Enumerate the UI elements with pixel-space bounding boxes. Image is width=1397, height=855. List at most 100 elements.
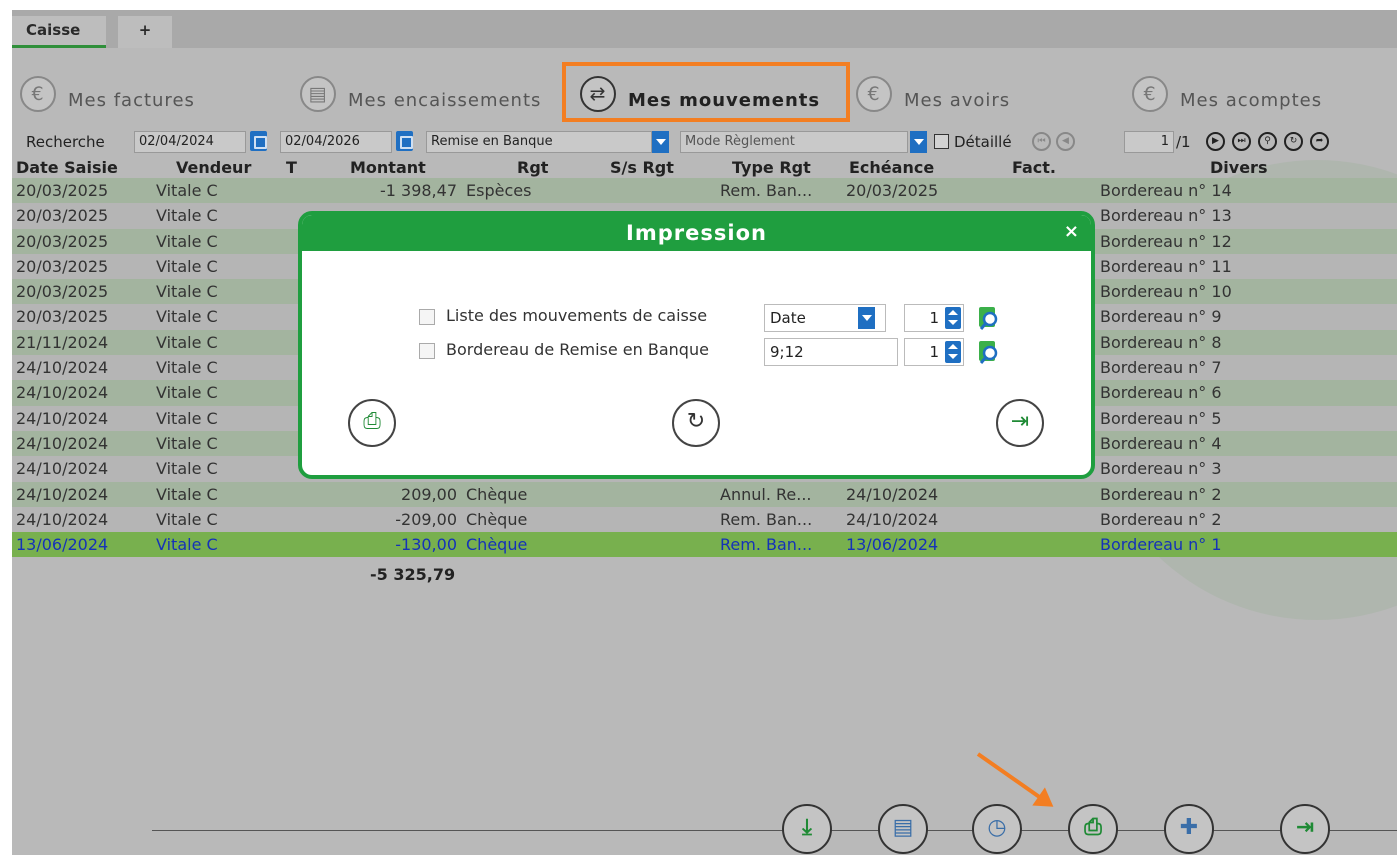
cell-montant: -1 398,47 bbox=[379, 181, 457, 200]
last-page-icon[interactable]: ⏭ bbox=[1232, 132, 1251, 151]
table-row[interactable]: 24/10/2024 Vitale C -209,00 Chèque Rem. Ban.… bbox=[12, 506, 1397, 533]
chevron-down-icon[interactable] bbox=[652, 131, 669, 153]
exit-button[interactable]: ⇥ bbox=[1280, 804, 1330, 854]
filter-toolbar: Recherche 02/04/2024 02/04/2026 Remise e… bbox=[12, 128, 1397, 156]
chevron-down-icon[interactable] bbox=[910, 131, 927, 153]
bordereau-numbers-input[interactable]: 9;12 bbox=[764, 338, 898, 366]
euro-icon: € bbox=[856, 76, 892, 112]
cell-rgt: Espèces bbox=[466, 181, 532, 200]
download-button[interactable]: ⤓ bbox=[782, 804, 832, 854]
cell-divers: Bordereau n° 8 bbox=[1100, 332, 1222, 352]
chevron-down-icon[interactable] bbox=[858, 307, 875, 329]
print-dialog: Impression × Liste des mouvements de cai… bbox=[298, 211, 1095, 479]
add-tab-button[interactable]: + bbox=[118, 16, 172, 48]
page-count: /1 bbox=[1176, 133, 1191, 151]
register-icon: ▤ bbox=[300, 76, 336, 112]
cell-type: Rem. Ban... bbox=[720, 181, 813, 200]
add-register-button[interactable]: ✚ bbox=[1164, 804, 1214, 854]
cell-vendeur: Vitale C bbox=[156, 535, 218, 555]
option-bordereau-label: Bordereau de Remise en Banque bbox=[446, 340, 709, 359]
cell-rgt: Chèque bbox=[466, 535, 528, 555]
page-input[interactable]: 1 bbox=[1124, 131, 1174, 153]
column-header[interactable]: Type Rgt bbox=[732, 158, 811, 177]
cell-date: 24/10/2024 bbox=[16, 358, 109, 378]
preview-icon[interactable] bbox=[977, 339, 1001, 365]
search-icon[interactable]: ⚲ bbox=[1258, 132, 1277, 151]
calendar-icon[interactable] bbox=[396, 131, 413, 151]
column-header[interactable]: Divers bbox=[1210, 158, 1267, 177]
cell-date: 24/10/2024 bbox=[16, 433, 109, 453]
cell-vendeur: Vitale C bbox=[156, 332, 218, 352]
app-window: Caisse + € Mes factures ▤ Mes encaisseme… bbox=[12, 10, 1397, 855]
cell-divers: Bordereau n° 3 bbox=[1100, 459, 1222, 479]
column-header[interactable]: Echéance bbox=[849, 158, 934, 177]
stepper-arrows-icon[interactable] bbox=[945, 307, 961, 329]
stepper-arrows-icon[interactable] bbox=[945, 341, 961, 363]
cell-divers: Bordereau n° 5 bbox=[1100, 408, 1222, 428]
copies-stepper[interactable]: 1 bbox=[904, 338, 964, 366]
table-row[interactable]: 24/10/2024 Vitale C 209,00 Chèque Annul. Re.… bbox=[12, 481, 1397, 507]
cell-montant: 209,00 bbox=[401, 484, 457, 504]
print-icon[interactable]: ⎙ bbox=[348, 399, 396, 447]
cell-vendeur: Vitale C bbox=[156, 181, 218, 200]
date-to-input[interactable]: 02/04/2026 bbox=[280, 131, 392, 153]
column-header[interactable]: T bbox=[286, 158, 297, 177]
first-page-icon[interactable]: ⏮ bbox=[1032, 132, 1051, 151]
detail-label: Détaillé bbox=[954, 133, 1012, 151]
copies-value: 1 bbox=[929, 309, 939, 327]
option-bordereau-checkbox[interactable] bbox=[419, 343, 435, 359]
cell-vendeur: Vitale C bbox=[156, 358, 218, 378]
column-header[interactable]: Fact. bbox=[1012, 158, 1056, 177]
mode-reglement-select[interactable]: Mode Règlement bbox=[680, 131, 908, 153]
share-icon[interactable]: ➦ bbox=[1310, 132, 1329, 151]
column-header[interactable]: Vendeur bbox=[176, 158, 251, 177]
cell-echeance: 20/03/2025 bbox=[846, 181, 939, 200]
copies-value: 1 bbox=[929, 343, 939, 361]
next-page-icon[interactable]: ▶ bbox=[1206, 132, 1225, 151]
column-header[interactable]: Montant bbox=[350, 158, 426, 177]
table-row[interactable]: 20/03/2025 Vitale C -1 398,47 Espèces Rem. B… bbox=[12, 178, 1397, 204]
cell-montant: -209,00 bbox=[395, 509, 457, 529]
cell-divers: Bordereau n° 7 bbox=[1100, 358, 1222, 378]
euro-icon: € bbox=[20, 76, 56, 112]
sort-value: Date bbox=[770, 309, 806, 327]
cell-divers: Bordereau n° 4 bbox=[1100, 433, 1222, 453]
cell-vendeur: Vitale C bbox=[156, 459, 218, 479]
cell-date: 20/03/2025 bbox=[16, 256, 109, 276]
calendar-icon[interactable] bbox=[250, 131, 267, 151]
refresh-icon[interactable]: ↻ bbox=[1284, 132, 1303, 151]
option-list-checkbox[interactable] bbox=[419, 309, 435, 325]
cell-divers: Bordereau n° 2 bbox=[1100, 509, 1222, 529]
cell-echeance: 13/06/2024 bbox=[846, 535, 939, 555]
cell-type: Rem. Ban... bbox=[720, 509, 813, 529]
table-row[interactable]: 13/06/2024 Vitale C -130,00 Chèque Rem. Ban.… bbox=[12, 532, 1397, 558]
detail-checkbox[interactable] bbox=[934, 134, 949, 149]
close-icon[interactable]: × bbox=[1064, 221, 1079, 242]
prev-page-icon[interactable]: ◀ bbox=[1056, 132, 1075, 151]
sort-select[interactable]: Date bbox=[764, 304, 886, 332]
cell-vendeur: Vitale C bbox=[156, 509, 218, 529]
lock-register-button[interactable]: ▤ bbox=[878, 804, 928, 854]
table-header: Date Saisie Vendeur T Montant Rgt S/s Rg… bbox=[12, 158, 1397, 178]
refresh-icon[interactable]: ↻ bbox=[672, 399, 720, 447]
cell-date: 20/03/2025 bbox=[16, 307, 109, 327]
column-header[interactable]: Rgt bbox=[517, 158, 548, 177]
tab-caisse[interactable]: Caisse bbox=[12, 16, 106, 48]
cell-vendeur: Vitale C bbox=[156, 231, 218, 251]
cell-echeance: 24/10/2024 bbox=[846, 484, 939, 504]
type-filter-select[interactable]: Remise en Banque bbox=[426, 131, 652, 153]
date-from-input[interactable]: 02/04/2024 bbox=[134, 131, 246, 153]
cell-divers: Bordereau n° 10 bbox=[1100, 282, 1232, 302]
column-header[interactable]: Date Saisie bbox=[16, 158, 118, 177]
nav-label: Mes factures bbox=[68, 90, 195, 111]
history-button[interactable]: ◷ bbox=[972, 804, 1022, 854]
annotation-arrow bbox=[976, 752, 1052, 807]
exit-icon[interactable]: ⇥ bbox=[996, 399, 1044, 447]
column-header[interactable]: S/s Rgt bbox=[610, 158, 674, 177]
print-button[interactable]: ⎙ bbox=[1068, 804, 1118, 854]
cell-date: 20/03/2025 bbox=[16, 206, 109, 226]
copies-stepper[interactable]: 1 bbox=[904, 304, 964, 332]
preview-icon[interactable] bbox=[977, 305, 1001, 331]
cell-divers: Bordereau n° 11 bbox=[1100, 256, 1232, 276]
cell-divers: Bordereau n° 14 bbox=[1100, 181, 1232, 200]
